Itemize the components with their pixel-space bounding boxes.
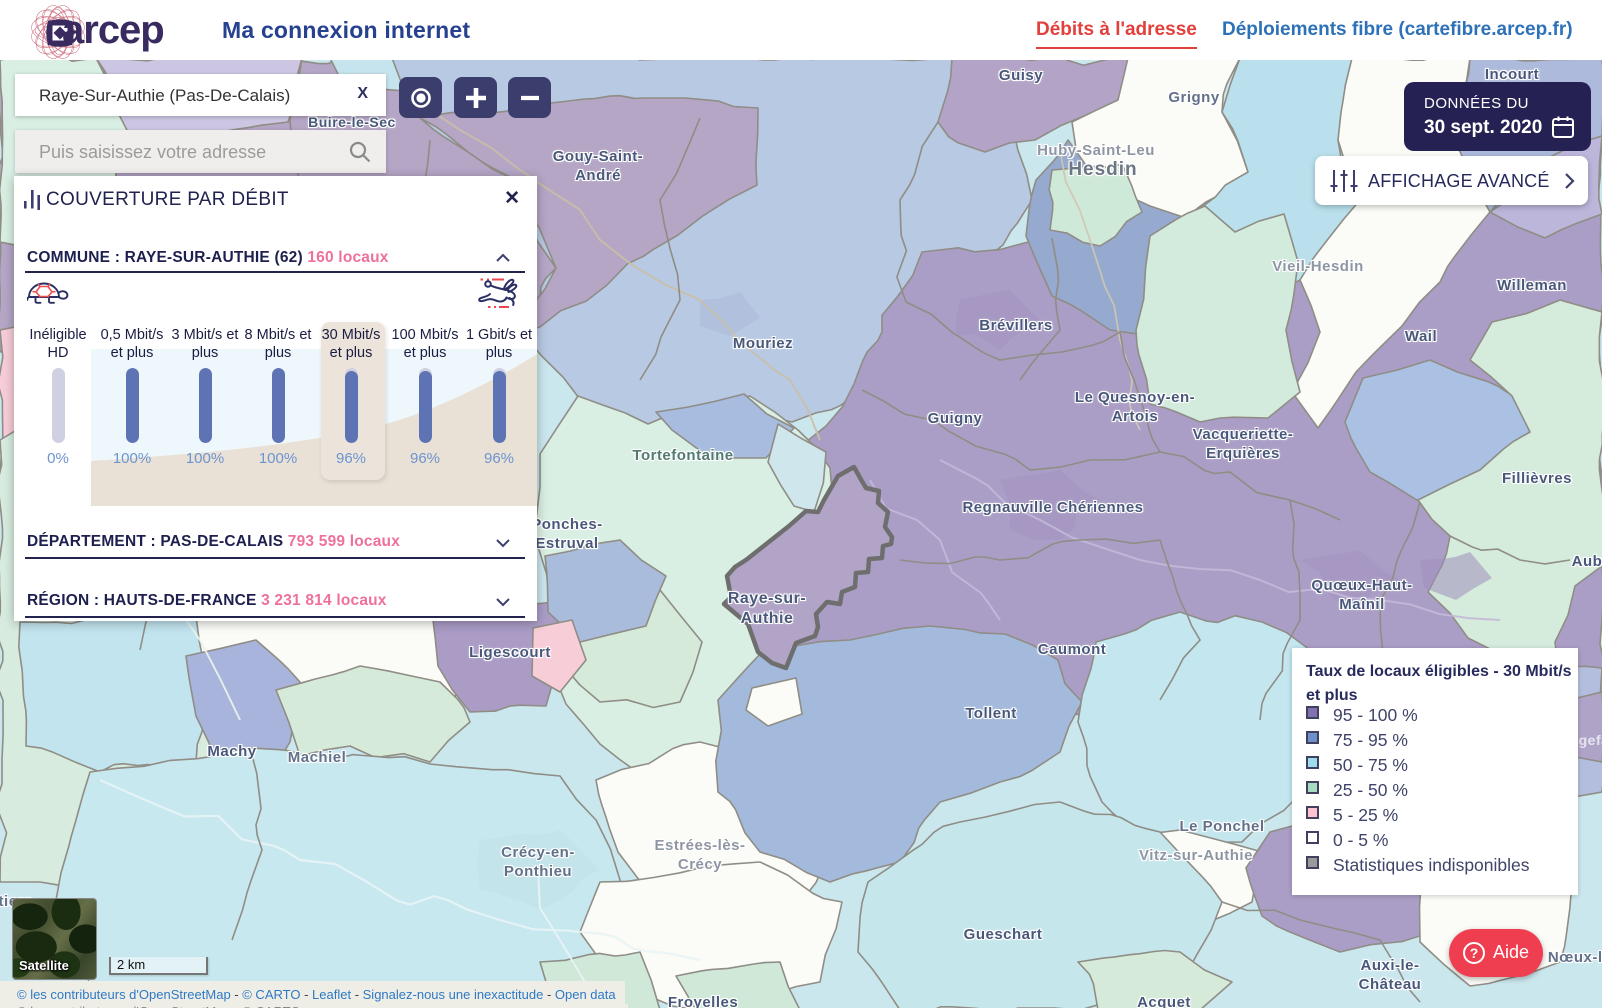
svg-text:?: ? bbox=[1470, 945, 1479, 961]
